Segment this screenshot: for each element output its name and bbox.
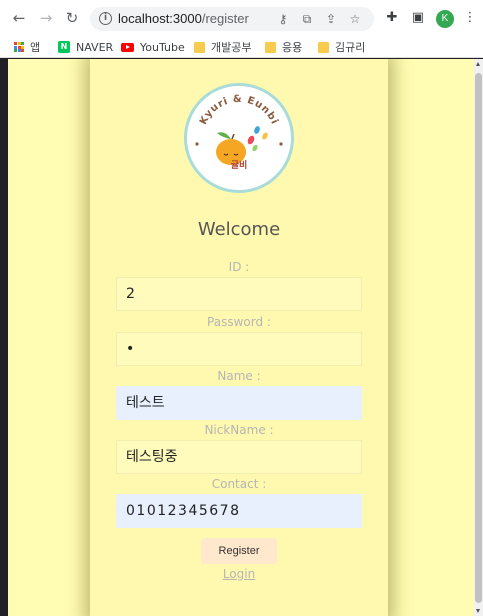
bookmark-folder-kimgyuri[interactable]: 김규리 [318,39,365,55]
svg-text:Kyuri & Eunbi: Kyuri & Eunbi [198,94,280,127]
youtube-icon [121,42,134,52]
welcome-heading: Welcome [197,219,281,240]
naver-icon: N [58,41,70,53]
back-arrow-icon[interactable]: ← [10,9,28,27]
bookmark-apps[interactable]: 앱 [14,39,40,55]
scroll-down-arrow-icon[interactable] [476,609,480,613]
contact-label: Contact : [211,477,267,491]
site-info-icon[interactable]: i [99,12,112,25]
password-label: Password : [207,315,271,329]
page-scrollbar[interactable] [474,59,483,616]
bookmark-label: 개발공부 [211,41,252,54]
register-card: Kyuri & Eunbi 귤비 Welcome ID : 2 Password… [90,59,388,616]
logo-korean-text: 귤비 [230,161,248,171]
share-icon[interactable]: ⇪ [324,12,338,26]
key-icon[interactable]: ⚷ [276,12,290,26]
bookmark-label: NAVER [76,40,114,54]
folder-icon [318,41,329,53]
bookmark-youtube[interactable]: YouTube [121,39,185,55]
name-label: Name : [217,369,261,383]
bookmarks-bar: 앱 N NAVER YouTube 개발공부 응용 김규리 [0,36,483,58]
browser-toolbar: ← → ↻ i localhost:3000/register ⚷ ⧉ ⇪ ☆ … [0,0,483,36]
address-bar[interactable]: i localhost:3000/register ⚷ ⧉ ⇪ ☆ [90,7,374,31]
bookmark-label: 앱 [30,41,41,54]
bookmark-naver[interactable]: N NAVER [58,39,113,55]
page-viewport: Kyuri & Eunbi 귤비 Welcome ID : 2 Password… [8,59,474,616]
translate-icon[interactable]: ⧉ [300,12,314,26]
bookmark-label: YouTube [140,40,185,54]
bookmark-label: 김규리 [335,41,366,54]
profile-avatar[interactable]: K [436,10,454,28]
folder-icon [194,41,205,53]
id-label: ID : [228,260,250,274]
url-path: /register [201,11,249,26]
nickname-label: NickName : [204,423,274,437]
apps-grid-icon [14,42,24,52]
reload-icon[interactable]: ↻ [63,9,81,27]
login-link[interactable]: Login [90,567,388,581]
extensions-puzzle-icon[interactable]: ✚ [384,10,400,26]
bookmark-folder-applied[interactable]: 응용 [265,39,302,55]
side-panel-icon[interactable]: ▣ [410,10,426,26]
register-button[interactable]: Register [201,538,277,564]
contact-input[interactable]: 01012345678 [116,494,362,528]
id-input[interactable]: 2 [116,277,362,311]
address-url[interactable]: localhost:3000/register [118,11,249,26]
name-input[interactable]: 테스트 [116,386,362,420]
brand-logo: Kyuri & Eunbi 귤비 [184,83,294,193]
password-input[interactable]: • [116,332,362,366]
logo-arc-text: Kyuri & Eunbi [198,94,279,127]
forward-arrow-icon[interactable]: → [37,9,55,27]
bookmark-label: 응용 [282,41,303,54]
bookmark-folder-dev-study[interactable]: 개발공부 [194,39,251,55]
nickname-input[interactable]: 테스팅중 [116,440,362,474]
folder-icon [265,41,276,53]
menu-kebab-icon[interactable]: ⋮ [462,10,478,26]
url-host: localhost:3000 [118,11,202,26]
logo-graphic: Kyuri & Eunbi [195,94,283,165]
scroll-up-arrow-icon[interactable] [476,62,480,66]
scroll-thumb[interactable] [475,73,482,603]
bookmark-star-icon[interactable]: ☆ [348,12,362,26]
